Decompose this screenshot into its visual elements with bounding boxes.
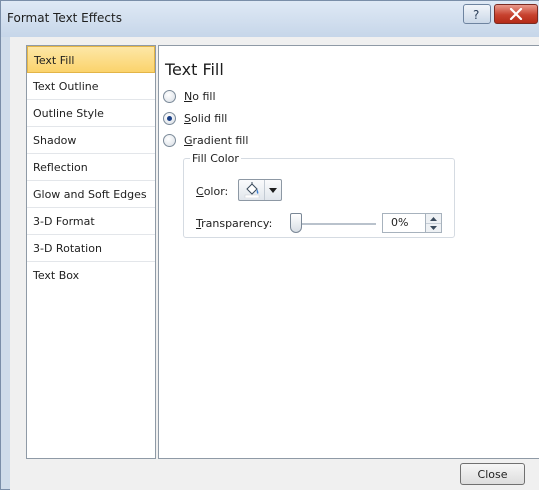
- gradient-fill-radio[interactable]: [163, 134, 176, 147]
- content-pane: Text Fill No fill Solid fill Gradient fi…: [158, 45, 539, 459]
- no-fill-option[interactable]: No fill: [163, 90, 216, 103]
- nav-item-3d-format[interactable]: 3-D Format: [27, 208, 155, 235]
- transparency-spinner[interactable]: [426, 213, 442, 233]
- paint-bucket-icon: [244, 182, 259, 198]
- color-picker-button[interactable]: [238, 179, 282, 201]
- transparency-slider-track[interactable]: [290, 223, 376, 225]
- close-button[interactable]: Close: [460, 463, 525, 485]
- solid-fill-label: Solid fill: [184, 112, 228, 125]
- nav-item-glow-soft-edges[interactable]: Glow and Soft Edges: [27, 181, 155, 208]
- color-swatch: [239, 180, 265, 200]
- solid-fill-option[interactable]: Solid fill: [163, 112, 227, 125]
- client-area: Text Fill Text Outline Outline Style Sha…: [10, 37, 539, 490]
- transparency-label: Transparency:: [196, 217, 273, 230]
- nav-item-3d-rotation[interactable]: 3-D Rotation: [27, 235, 155, 262]
- spin-up-icon[interactable]: [426, 214, 441, 223]
- svg-text:?: ?: [473, 8, 479, 21]
- color-label: Color:: [196, 185, 229, 198]
- nav-item-text-outline[interactable]: Text Outline: [27, 73, 155, 100]
- nav-item-outline-style[interactable]: Outline Style: [27, 100, 155, 127]
- nav-item-text-box[interactable]: Text Box: [27, 262, 155, 289]
- nav-item-text-fill[interactable]: Text Fill: [27, 46, 155, 73]
- spin-down-icon[interactable]: [426, 223, 441, 232]
- chevron-down-icon: [265, 187, 281, 193]
- no-fill-radio[interactable]: [163, 90, 176, 103]
- no-fill-label: No fill: [184, 90, 216, 103]
- category-list: Text Fill Text Outline Outline Style Sha…: [26, 45, 156, 459]
- fill-color-group: Fill Color Color: Transparency: 0%: [183, 152, 455, 238]
- window-title: Format Text Effects: [7, 11, 122, 25]
- close-icon: [509, 8, 523, 20]
- nav-item-shadow[interactable]: Shadow: [27, 127, 155, 154]
- transparency-input[interactable]: 0%: [382, 213, 426, 233]
- gradient-fill-option[interactable]: Gradient fill: [163, 134, 248, 147]
- fill-color-group-label: Fill Color: [190, 152, 241, 165]
- nav-item-reflection[interactable]: Reflection: [27, 154, 155, 181]
- help-button[interactable]: ?: [463, 4, 491, 24]
- help-icon: ?: [473, 8, 479, 21]
- title-bar: Format Text Effects ?: [1, 1, 539, 37]
- solid-fill-radio[interactable]: [163, 112, 176, 125]
- close-window-button[interactable]: [494, 4, 538, 24]
- transparency-slider-thumb[interactable]: [290, 213, 302, 233]
- dialog-window: Format Text Effects ? Text Fill Text Out…: [0, 0, 539, 490]
- section-heading: Text Fill: [165, 60, 224, 79]
- gradient-fill-label: Gradient fill: [184, 134, 249, 147]
